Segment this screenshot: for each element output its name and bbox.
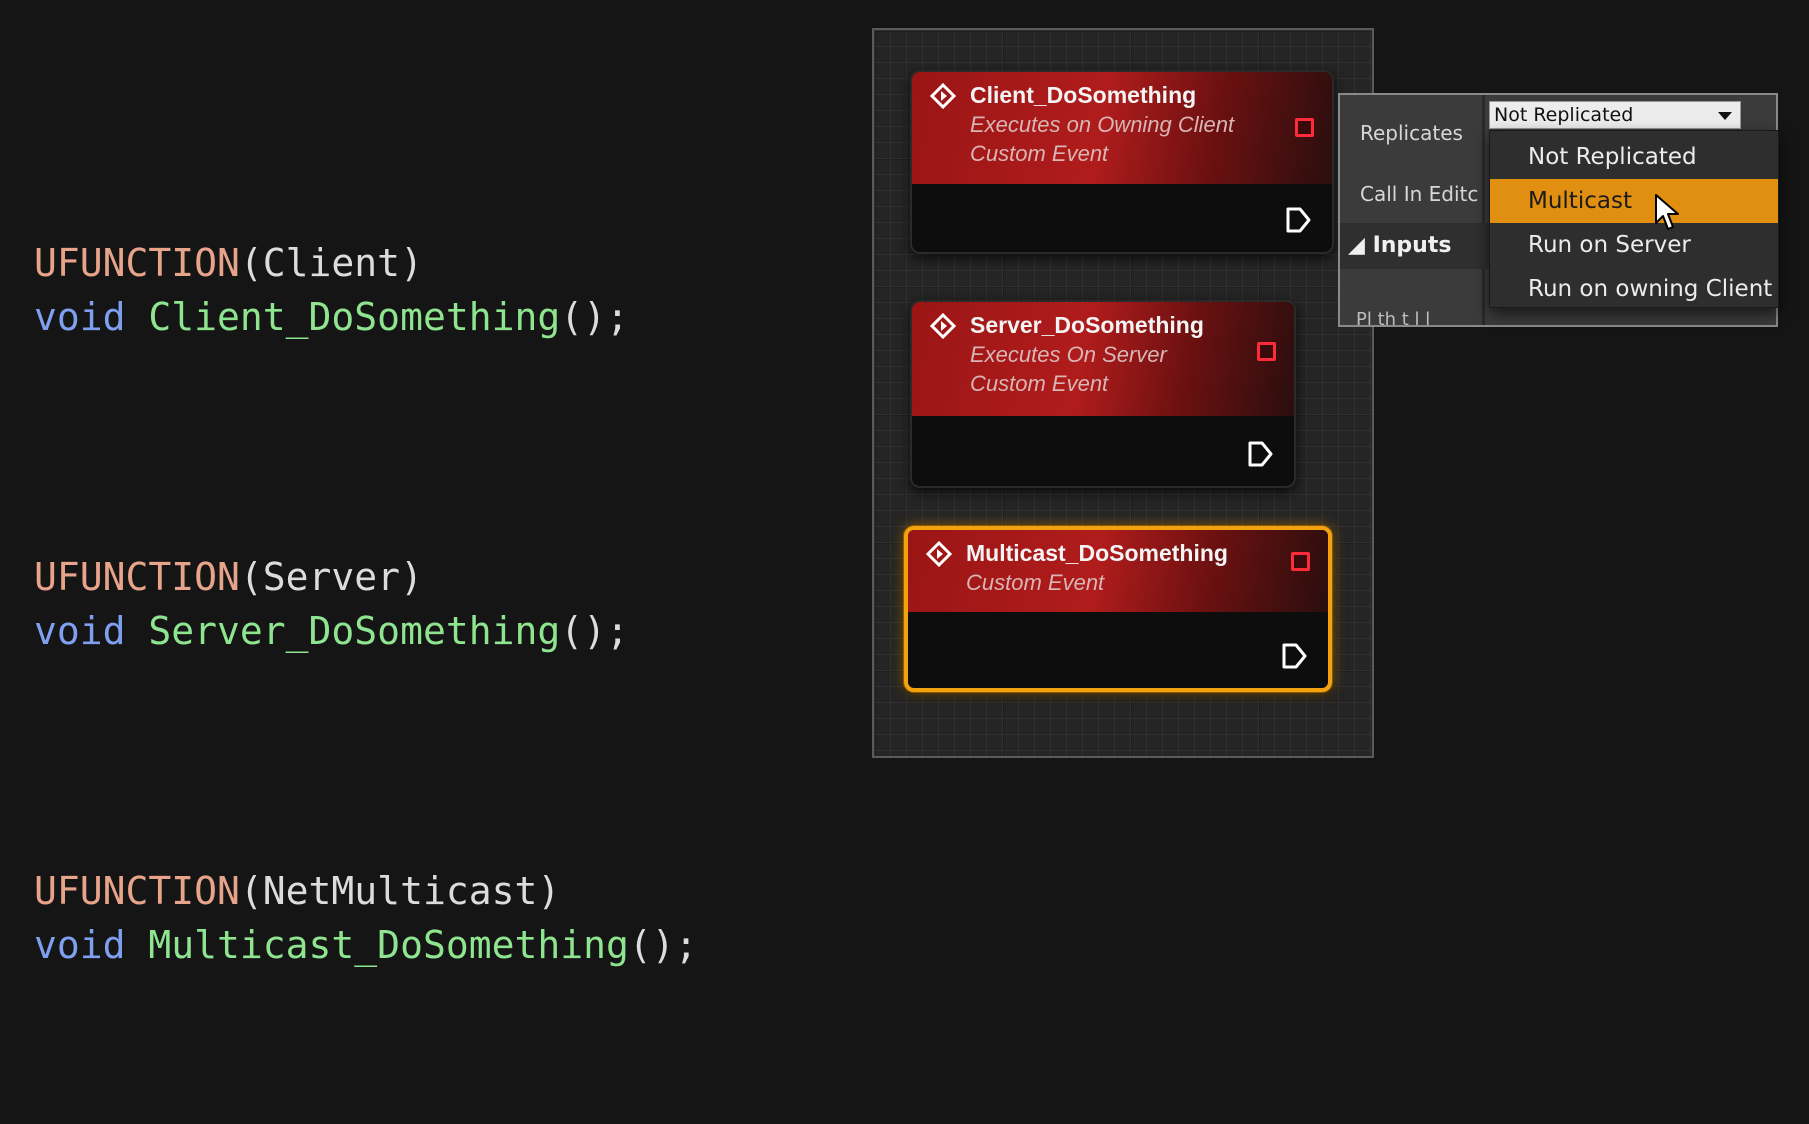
ufunction-specifier: Client xyxy=(262,241,401,285)
menu-item-multicast[interactable]: Multicast xyxy=(1490,179,1778,223)
menu-item-run-on-server[interactable]: Run on Server xyxy=(1490,223,1778,267)
node-subtitle: Custom Event xyxy=(970,371,1109,396)
function-suffix: (); xyxy=(560,609,629,653)
event-node-server[interactable]: Server_DoSomething Executes On Server Cu… xyxy=(910,300,1296,488)
return-type: void xyxy=(34,609,126,653)
ufunction-macro: UFUNCTION xyxy=(34,241,240,285)
node-title: Server_DoSomething xyxy=(970,312,1204,338)
exec-output-pin-icon[interactable] xyxy=(1284,206,1312,234)
node-subtitle: Executes On Server xyxy=(970,342,1167,367)
function-name: Multicast_DoSomething xyxy=(148,923,629,967)
return-type: void xyxy=(34,923,126,967)
delegate-pin-icon[interactable] xyxy=(1257,342,1276,361)
return-type: void xyxy=(34,295,126,339)
node-subtitle: Custom Event xyxy=(966,570,1105,595)
call-in-editor-label: Call In Editc xyxy=(1360,182,1479,206)
column-divider xyxy=(1482,95,1485,325)
code-snippet: UFUNCTION(Client) void Client_DoSomethin… xyxy=(34,128,697,1124)
menu-item-not-replicated[interactable]: Not Replicated xyxy=(1490,135,1778,179)
replicates-label: Replicates xyxy=(1360,121,1463,145)
mouse-cursor-icon xyxy=(1655,194,1679,230)
custom-event-icon xyxy=(926,541,952,567)
node-header: Multicast_DoSomething Custom Event xyxy=(908,530,1328,612)
node-subtitle: Executes on Owning Client xyxy=(970,112,1235,137)
function-name: Client_DoSomething xyxy=(148,295,561,339)
custom-event-icon xyxy=(930,83,956,109)
ufunction-specifier: Server xyxy=(262,555,401,599)
function-name: Server_DoSomething xyxy=(148,609,561,653)
inputs-section-label[interactable]: ◢ Inputs xyxy=(1348,233,1451,258)
node-header: Server_DoSomething Executes On Server Cu… xyxy=(912,302,1294,416)
replicates-dropdown[interactable]: Not Replicated xyxy=(1489,101,1741,129)
code-block-client: UFUNCTION(Client) void Client_DoSomethin… xyxy=(34,241,629,339)
ufunction-macro: UFUNCTION xyxy=(34,555,240,599)
replicates-options-menu: Not Replicated Multicast Run on Server R… xyxy=(1489,130,1779,308)
node-title: Multicast_DoSomething xyxy=(966,540,1228,566)
function-suffix: (); xyxy=(560,295,629,339)
code-block-server: UFUNCTION(Server) void Server_DoSomethin… xyxy=(34,555,629,653)
event-node-client[interactable]: Client_DoSomething Executes on Owning Cl… xyxy=(910,70,1334,254)
node-title: Client_DoSomething xyxy=(970,82,1197,108)
exec-output-pin-icon[interactable] xyxy=(1246,440,1274,468)
menu-item-run-on-owning-client[interactable]: Run on owning Client xyxy=(1490,267,1778,311)
node-header: Client_DoSomething Executes on Owning Cl… xyxy=(912,72,1332,184)
replicates-selected-value: Not Replicated xyxy=(1494,104,1634,126)
details-overflow-text: Pl th t l l xyxy=(1356,309,1431,327)
ufunction-macro: UFUNCTION xyxy=(34,869,240,913)
exec-output-pin-icon[interactable] xyxy=(1280,642,1308,670)
event-node-multicast[interactable]: Multicast_DoSomething Custom Event xyxy=(904,526,1332,692)
delegate-pin-icon[interactable] xyxy=(1291,552,1310,571)
delegate-pin-icon[interactable] xyxy=(1295,118,1314,137)
chevron-down-icon[interactable] xyxy=(1718,112,1732,120)
code-block-multicast: UFUNCTION(NetMulticast) void Multicast_D… xyxy=(34,869,698,967)
ufunction-specifier: NetMulticast xyxy=(262,869,538,913)
node-subtitle: Custom Event xyxy=(970,141,1109,166)
blueprint-graph[interactable]: Client_DoSomething Executes on Owning Cl… xyxy=(872,28,1374,758)
custom-event-icon xyxy=(930,313,956,339)
function-suffix: (); xyxy=(628,923,698,967)
